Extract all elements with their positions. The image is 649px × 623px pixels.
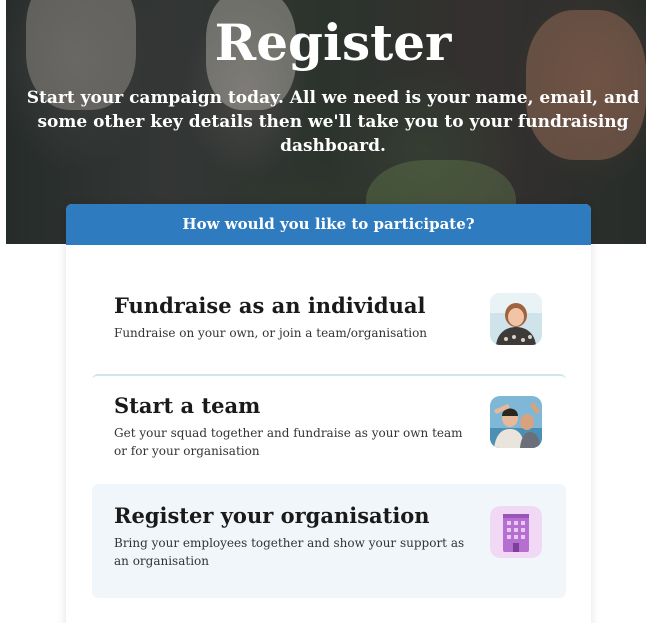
page-subtitle: Start your campaign today. All we need i… — [26, 88, 640, 156]
option-description: Get your squad together and fundraise as… — [114, 426, 463, 458]
option-title: Start a team — [114, 393, 261, 418]
team-photo-icon — [490, 396, 542, 448]
option-register-organisation[interactable]: Register your organisation Bring your em… — [92, 484, 566, 598]
option-fundraise-individual[interactable]: Fundraise as an individual Fundraise on … — [92, 262, 566, 370]
option-start-team[interactable]: Start a team Get your squad together and… — [92, 374, 566, 482]
option-description: Fundraise on your own, or join a team/or… — [114, 326, 428, 340]
register-page: Register Start your campaign today. All … — [0, 0, 649, 623]
individual-photo-icon — [490, 293, 542, 345]
option-description: Bring your employees together and show y… — [114, 536, 465, 568]
option-title: Fundraise as an individual — [114, 293, 426, 318]
participation-card: How would you like to participate? Fundr… — [66, 204, 591, 623]
building-icon — [490, 506, 542, 558]
option-title: Register your organisation — [114, 503, 430, 528]
card-header: How would you like to participate? — [66, 204, 591, 245]
page-title: Register — [214, 13, 452, 72]
